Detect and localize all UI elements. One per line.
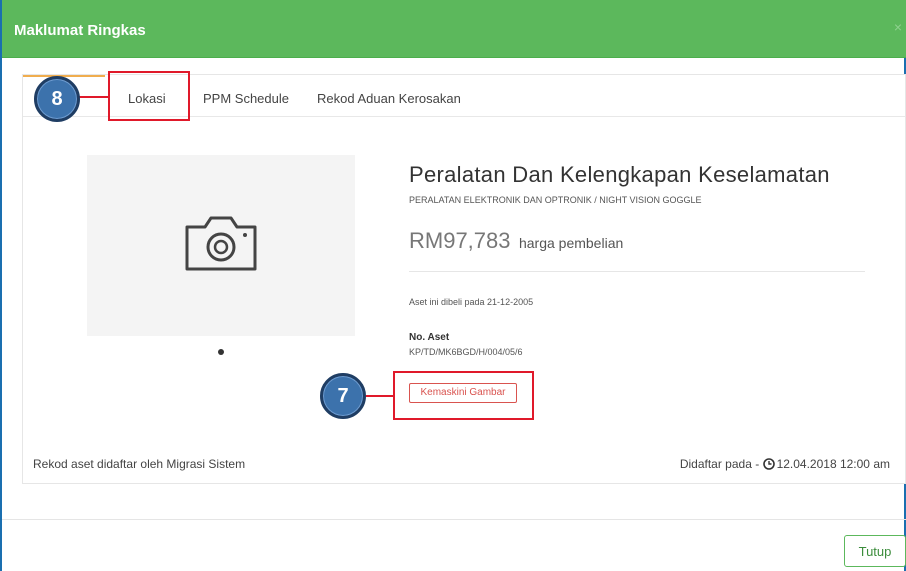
close-icon[interactable]: × <box>894 19 902 35</box>
asset-category: PERALATAN ELEKTRONIK DAN OPTRONIK / NIGH… <box>409 195 702 205</box>
asset-number-label: No. Aset <box>409 332 450 343</box>
modal-title: Maklumat Ringkas <box>14 22 146 39</box>
callout-connector-7 <box>366 395 393 397</box>
registered-on-label: Didaftar pada - <box>679 457 760 471</box>
callout-highlight-lokasi <box>108 71 190 121</box>
asset-title: Peralatan Dan Kelengkapan Keselamatan <box>409 162 830 187</box>
registered-on-value: 12.04.2018 12:00 am <box>776 457 890 471</box>
carousel-indicator[interactable] <box>218 349 224 355</box>
camera-icon <box>185 216 257 271</box>
price-row: RM97,783 harga pembelian <box>409 228 623 254</box>
clock-icon <box>762 458 775 470</box>
registered-on: Didaftar pada - 12.04.2018 12:00 am <box>680 457 890 471</box>
purchase-date: Aset ini dibeli pada 21-12-2005 <box>409 297 534 307</box>
purchase-price: RM97,783 <box>409 228 511 253</box>
registered-by-text: Rekod aset didaftar oleh Migrasi Sistem <box>33 457 246 471</box>
callout-badge-8: 8 <box>34 76 80 122</box>
callout-highlight-update-photo <box>393 371 534 420</box>
tab-ppm-schedule[interactable]: PPM Schedule <box>203 91 289 106</box>
modal-footer-divider <box>2 519 906 520</box>
callout-connector-8 <box>78 96 108 98</box>
close-button[interactable]: Tutup <box>844 535 906 567</box>
modal-header: Maklumat Ringkas × <box>2 0 906 58</box>
modal-dialog: Maklumat Ringkas × Lokasi PPM Schedule R… <box>0 0 906 571</box>
divider <box>409 271 865 272</box>
tab-rekod-aduan-kerosakan[interactable]: Rekod Aduan Kerosakan <box>317 91 461 106</box>
asset-image-placeholder <box>87 155 355 336</box>
purchase-price-label: harga pembelian <box>518 235 624 251</box>
asset-number-value: KP/TD/MK6BGD/H/004/05/6 <box>409 347 523 357</box>
callout-badge-7: 7 <box>320 373 366 419</box>
